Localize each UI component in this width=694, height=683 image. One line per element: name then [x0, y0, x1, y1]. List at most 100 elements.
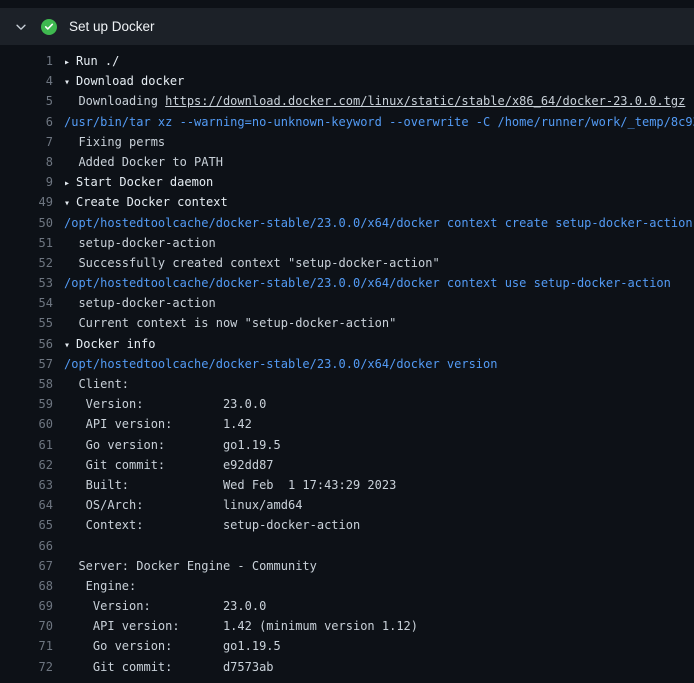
log-text: Git commit: e92dd87 — [64, 455, 694, 475]
log-container[interactable]: 1▸Run ./4▾Download docker5 Downloading h… — [0, 45, 694, 677]
line-number[interactable]: 58 — [0, 374, 64, 394]
command-text: /usr/bin/tar xz --warning=no-unknown-key… — [64, 112, 694, 132]
group-header-line[interactable]: ▾Create Docker context — [64, 192, 694, 212]
log-line: 56▾Docker info — [0, 334, 694, 354]
log-line: 67 Server: Docker Engine - Community — [0, 556, 694, 576]
line-number[interactable]: 56 — [0, 334, 64, 354]
line-number[interactable]: 60 — [0, 414, 64, 434]
log-line: 61 Go version: go1.19.5 — [0, 435, 694, 455]
log-text: Successfully created context "setup-dock… — [64, 253, 694, 273]
log-line: 59 Version: 23.0.0 — [0, 394, 694, 414]
line-number[interactable]: 8 — [0, 152, 64, 172]
group-title: Run ./ — [76, 54, 119, 68]
log-line: 9▸Start Docker daemon — [0, 172, 694, 192]
log-line: 53/opt/hostedtoolcache/docker-stable/23.… — [0, 273, 694, 293]
log-line: 55 Current context is now "setup-docker-… — [0, 313, 694, 333]
line-number[interactable]: 63 — [0, 475, 64, 495]
log-line: 71 Go version: go1.19.5 — [0, 636, 694, 656]
line-number[interactable]: 68 — [0, 576, 64, 596]
line-number[interactable]: 59 — [0, 394, 64, 414]
line-number[interactable]: 50 — [0, 213, 64, 233]
command-text: /opt/hostedtoolcache/docker-stable/23.0.… — [64, 273, 694, 293]
group-title: Docker info — [76, 337, 155, 351]
line-number[interactable]: 71 — [0, 636, 64, 656]
log-line: 60 API version: 1.42 — [0, 414, 694, 434]
line-number[interactable]: 66 — [0, 536, 64, 556]
log-line: 64 OS/Arch: linux/amd64 — [0, 495, 694, 515]
log-line: 69 Version: 23.0.0 — [0, 596, 694, 616]
chevron-down-icon[interactable] — [14, 20, 28, 34]
line-number[interactable]: 64 — [0, 495, 64, 515]
log-line: 8 Added Docker to PATH — [0, 152, 694, 172]
log-text: API version: 1.42 — [64, 414, 694, 434]
log-text: Context: setup-docker-action — [64, 515, 694, 535]
log-text: setup-docker-action — [64, 233, 694, 253]
log-line: 4▾Download docker — [0, 71, 694, 91]
group-title: Create Docker context — [76, 195, 228, 209]
log-line: 62 Git commit: e92dd87 — [0, 455, 694, 475]
line-number[interactable]: 9 — [0, 172, 64, 192]
line-number[interactable]: 49 — [0, 192, 64, 212]
log-text: Version: 23.0.0 — [64, 394, 694, 414]
log-text: Go version: go1.19.5 — [64, 435, 694, 455]
line-number[interactable]: 7 — [0, 132, 64, 152]
triangle-collapsed-icon[interactable]: ▸ — [64, 174, 76, 192]
log-line: 7 Fixing perms — [0, 132, 694, 152]
log-line: 49▾Create Docker context — [0, 192, 694, 212]
line-number[interactable]: 61 — [0, 435, 64, 455]
triangle-expanded-icon[interactable]: ▾ — [64, 336, 76, 354]
step-header[interactable]: Set up Docker — [0, 8, 694, 45]
success-check-icon — [41, 19, 57, 35]
step-title: Set up Docker — [69, 19, 155, 34]
line-number[interactable]: 53 — [0, 273, 64, 293]
log-line: 72 Git commit: d7573ab — [0, 657, 694, 677]
triangle-expanded-icon[interactable]: ▾ — [64, 73, 76, 91]
log-line: 70 API version: 1.42 (minimum version 1.… — [0, 616, 694, 636]
log-text: Server: Docker Engine - Community — [64, 556, 694, 576]
line-number[interactable]: 70 — [0, 616, 64, 636]
line-number[interactable]: 72 — [0, 657, 64, 677]
group-header-line[interactable]: ▾Download docker — [64, 71, 694, 91]
triangle-collapsed-icon[interactable]: ▸ — [64, 53, 76, 71]
log-text: API version: 1.42 (minimum version 1.12) — [64, 616, 694, 636]
log-line: 52 Successfully created context "setup-d… — [0, 253, 694, 273]
log-text: Version: 23.0.0 — [64, 596, 694, 616]
line-number[interactable]: 5 — [0, 91, 64, 111]
log-line: 5 Downloading https://download.docker.co… — [0, 91, 694, 111]
log-line: 1▸Run ./ — [0, 51, 694, 71]
log-text: Downloading https://download.docker.com/… — [64, 91, 694, 111]
line-number[interactable]: 62 — [0, 455, 64, 475]
line-number[interactable]: 69 — [0, 596, 64, 616]
log-text — [64, 536, 694, 556]
log-text: Added Docker to PATH — [64, 152, 694, 172]
log-text: Fixing perms — [64, 132, 694, 152]
log-line: 58 Client: — [0, 374, 694, 394]
log-text: Current context is now "setup-docker-act… — [64, 313, 694, 333]
line-number[interactable]: 4 — [0, 71, 64, 91]
log-line: 57/opt/hostedtoolcache/docker-stable/23.… — [0, 354, 694, 374]
log-line: 6/usr/bin/tar xz --warning=no-unknown-ke… — [0, 112, 694, 132]
log-text-prefix: Downloading — [64, 94, 165, 108]
command-text: /opt/hostedtoolcache/docker-stable/23.0.… — [64, 354, 694, 374]
log-line: 54 setup-docker-action — [0, 293, 694, 313]
line-number[interactable]: 6 — [0, 112, 64, 132]
line-number[interactable]: 65 — [0, 515, 64, 535]
line-number[interactable]: 54 — [0, 293, 64, 313]
log-link[interactable]: https://download.docker.com/linux/static… — [165, 94, 685, 108]
group-header-line[interactable]: ▸Run ./ — [64, 51, 694, 71]
log-text: setup-docker-action — [64, 293, 694, 313]
log-text: Client: — [64, 374, 694, 394]
triangle-expanded-icon[interactable]: ▾ — [64, 194, 76, 212]
log-text: Go version: go1.19.5 — [64, 636, 694, 656]
line-number[interactable]: 1 — [0, 51, 64, 71]
line-number[interactable]: 55 — [0, 313, 64, 333]
group-header-line[interactable]: ▸Start Docker daemon — [64, 172, 694, 192]
line-number[interactable]: 67 — [0, 556, 64, 576]
log-text: OS/Arch: linux/amd64 — [64, 495, 694, 515]
group-title: Start Docker daemon — [76, 175, 213, 189]
line-number[interactable]: 57 — [0, 354, 64, 374]
log-line: 66 — [0, 536, 694, 556]
group-header-line[interactable]: ▾Docker info — [64, 334, 694, 354]
line-number[interactable]: 51 — [0, 233, 64, 253]
line-number[interactable]: 52 — [0, 253, 64, 273]
